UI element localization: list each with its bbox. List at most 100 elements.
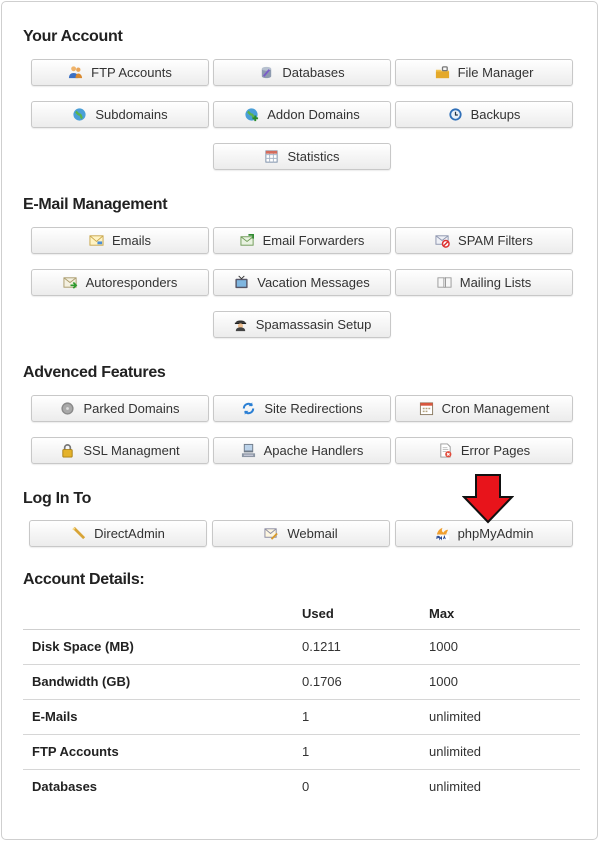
lock-icon (60, 443, 75, 458)
backups-button[interactable]: Backups (395, 101, 573, 128)
autoresponders-label: Autoresponders (85, 275, 178, 290)
pma-logo-icon (435, 526, 450, 541)
row-used: 0.1211 (302, 629, 429, 665)
backups-label: Backups (470, 107, 521, 122)
ftp-accounts-label: FTP Accounts (91, 65, 172, 80)
email-forwarders-label: Email Forwarders (262, 233, 365, 248)
apache-handlers-label: Apache Handlers (263, 443, 364, 458)
webmail-label: Webmail (287, 526, 338, 541)
section-title-your-account: Your Account (23, 28, 123, 45)
site-redirections-button[interactable]: Site Redirections (213, 395, 391, 422)
email-forwarders-button[interactable]: Email Forwarders (213, 227, 391, 254)
folder-lock-icon (435, 65, 450, 80)
control-panel: Your Account FTP Accounts Databases File… (1, 1, 598, 840)
vacation-messages-button[interactable]: Vacation Messages (213, 269, 391, 296)
page-error-icon (438, 443, 453, 458)
parked-domains-label: Parked Domains (83, 401, 180, 416)
row-max: 1000 (429, 629, 580, 665)
section-title-email-management: E-Mail Management (23, 196, 168, 213)
mailing-lists-button[interactable]: Mailing Lists (395, 269, 573, 296)
globe-icon (72, 107, 87, 122)
spamassasin-setup-label: Spamassasin Setup (255, 317, 372, 332)
disc-icon (60, 401, 75, 416)
autoresponders-button[interactable]: Autoresponders (31, 269, 209, 296)
table-row: Disk Space (MB) 0.1211 1000 (23, 629, 580, 665)
database-icon (259, 65, 274, 80)
row-max: unlimited (429, 779, 482, 795)
calendar-icon (419, 401, 434, 416)
clock-icon (448, 107, 463, 122)
addon-domains-button[interactable]: Addon Domains (213, 101, 391, 128)
table-row: FTP Accounts 1 unlimited (23, 734, 580, 770)
row-max: unlimited (429, 699, 580, 735)
tv-icon (234, 275, 249, 290)
header-label (23, 599, 302, 630)
webmail-button[interactable]: Webmail (212, 520, 390, 547)
globe-plus-icon (244, 107, 259, 122)
parked-domains-button[interactable]: Parked Domains (31, 395, 209, 422)
wand-icon (71, 526, 86, 541)
directadmin-button[interactable]: DirectAdmin (29, 520, 207, 547)
site-redirections-label: Site Redirections (264, 401, 363, 416)
row-max: unlimited (429, 734, 580, 770)
envelope-icon (89, 233, 104, 248)
row-label: Databases (32, 779, 98, 795)
emails-label: Emails (111, 233, 151, 248)
spy-icon (233, 317, 248, 332)
section-title-log-in-to: Log In To (23, 490, 92, 507)
refresh-icon (241, 401, 256, 416)
databases-label: Databases (282, 65, 345, 80)
emails-button[interactable]: Emails (31, 227, 209, 254)
cron-management-label: Cron Management (441, 401, 550, 416)
table-row: E-Mails 1 unlimited (23, 699, 580, 735)
envelope-forward-icon (240, 233, 255, 248)
phpmyadmin-label: phpMyAdmin (457, 526, 534, 541)
error-pages-button[interactable]: Error Pages (395, 437, 573, 464)
file-manager-label: File Manager (457, 65, 534, 80)
table-header-row: Used Max (23, 599, 580, 630)
header-max: Max (429, 599, 580, 630)
row-used: 0 (302, 779, 310, 795)
row-used: 1 (302, 699, 429, 735)
envelope-reply-icon (63, 275, 78, 290)
ssl-management-label: SSL Managment (83, 443, 180, 458)
mailing-lists-label: Mailing Lists (459, 275, 532, 290)
account-details-table: Used Max Disk Space (MB) 0.1211 1000 Ban… (23, 599, 580, 804)
book-icon (437, 275, 452, 290)
envelope-block-icon (435, 233, 450, 248)
vacation-messages-label: Vacation Messages (257, 275, 370, 290)
table-row: Databases 0 unlimited (23, 769, 580, 804)
ftp-accounts-button[interactable]: FTP Accounts (31, 59, 209, 86)
phpmyadmin-button[interactable]: phpMyAdmin (395, 520, 573, 547)
row-label: Disk Space (MB) (23, 629, 302, 665)
server-icon (241, 443, 256, 458)
section-title-account-details: Account Details: (23, 571, 145, 588)
row-used: 0.1706 (302, 664, 429, 700)
spam-filters-button[interactable]: SPAM Filters (395, 227, 573, 254)
users-icon (68, 65, 83, 80)
header-used: Used (302, 599, 429, 630)
table-row: Bandwidth (GB) 0.1706 1000 (23, 664, 580, 700)
subdomains-label: Subdomains (95, 107, 168, 122)
row-used: 1 (302, 734, 429, 770)
apache-handlers-button[interactable]: Apache Handlers (213, 437, 391, 464)
cron-management-button[interactable]: Cron Management (395, 395, 573, 422)
row-label: FTP Accounts (23, 734, 302, 770)
statistics-label: Statistics (287, 149, 340, 164)
addon-domains-label: Addon Domains (267, 107, 360, 122)
section-title-advanced-features: Advenced Features (23, 364, 166, 381)
statistics-button[interactable]: Statistics (213, 143, 391, 170)
envelope-pen-icon (264, 526, 279, 541)
row-label: Bandwidth (GB) (23, 664, 302, 700)
spam-filters-label: SPAM Filters (458, 233, 533, 248)
spamassasin-setup-button[interactable]: Spamassasin Setup (213, 311, 391, 338)
subdomains-button[interactable]: Subdomains (31, 101, 209, 128)
file-manager-button[interactable]: File Manager (395, 59, 573, 86)
chart-table-icon (264, 149, 279, 164)
row-max: 1000 (429, 664, 580, 700)
databases-button[interactable]: Databases (213, 59, 391, 86)
directadmin-label: DirectAdmin (94, 526, 165, 541)
error-pages-label: Error Pages (460, 443, 531, 458)
ssl-management-button[interactable]: SSL Managment (31, 437, 209, 464)
row-label: E-Mails (23, 699, 302, 735)
